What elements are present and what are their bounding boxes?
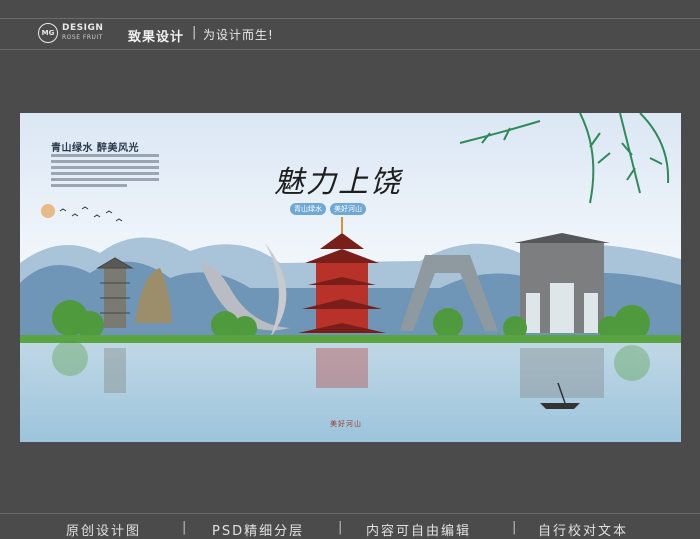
- birds-shape: [59, 206, 123, 222]
- footer-item: 自行校对文本: [538, 524, 629, 539]
- footer-item: 内容可自由编辑: [366, 524, 472, 539]
- poster-image: 青山绿水 醉美风光 魅力上饶 青山绿水 美好河山 美好河山: [20, 113, 681, 442]
- logo-icon: MG: [38, 23, 58, 43]
- poster-subtitle: 青山绿水 醉美风光: [51, 143, 139, 154]
- poster-tag: 美好河山: [330, 203, 366, 215]
- bottom-bar: 原创设计图 | PSD精细分层 | 内容可自由编辑 | 自行校对文本: [0, 513, 700, 539]
- boat-shape: [540, 403, 580, 409]
- footer-separator: |: [512, 520, 517, 535]
- poster-title: 魅力上饶: [274, 165, 402, 200]
- archway-shape: [514, 233, 610, 333]
- poster-tag: 青山绿水: [290, 203, 326, 215]
- header-separator: |: [192, 25, 197, 40]
- footer-separator: |: [182, 520, 187, 535]
- slogan: 为设计而生!: [203, 28, 274, 42]
- poster-footer-text: 美好河山: [330, 420, 362, 428]
- grass-strip: [20, 335, 681, 343]
- footer-separator: |: [338, 520, 343, 535]
- logo-line1: DESIGN: [62, 23, 104, 33]
- footer-item: PSD精细分层: [212, 524, 305, 539]
- sun-shape: [41, 204, 55, 218]
- brand-name: 致果设计: [128, 30, 185, 45]
- top-bar: MG DESIGN ROSE FRUIT 致果设计 | 为设计而生!: [0, 18, 700, 50]
- footer-item: 原创设计图: [66, 524, 142, 539]
- logo-text: DESIGN ROSE FRUIT: [62, 24, 103, 41]
- logo-line2: ROSE FRUIT: [62, 34, 103, 41]
- poster-body-text: [51, 154, 159, 190]
- willow-shape: [459, 113, 670, 204]
